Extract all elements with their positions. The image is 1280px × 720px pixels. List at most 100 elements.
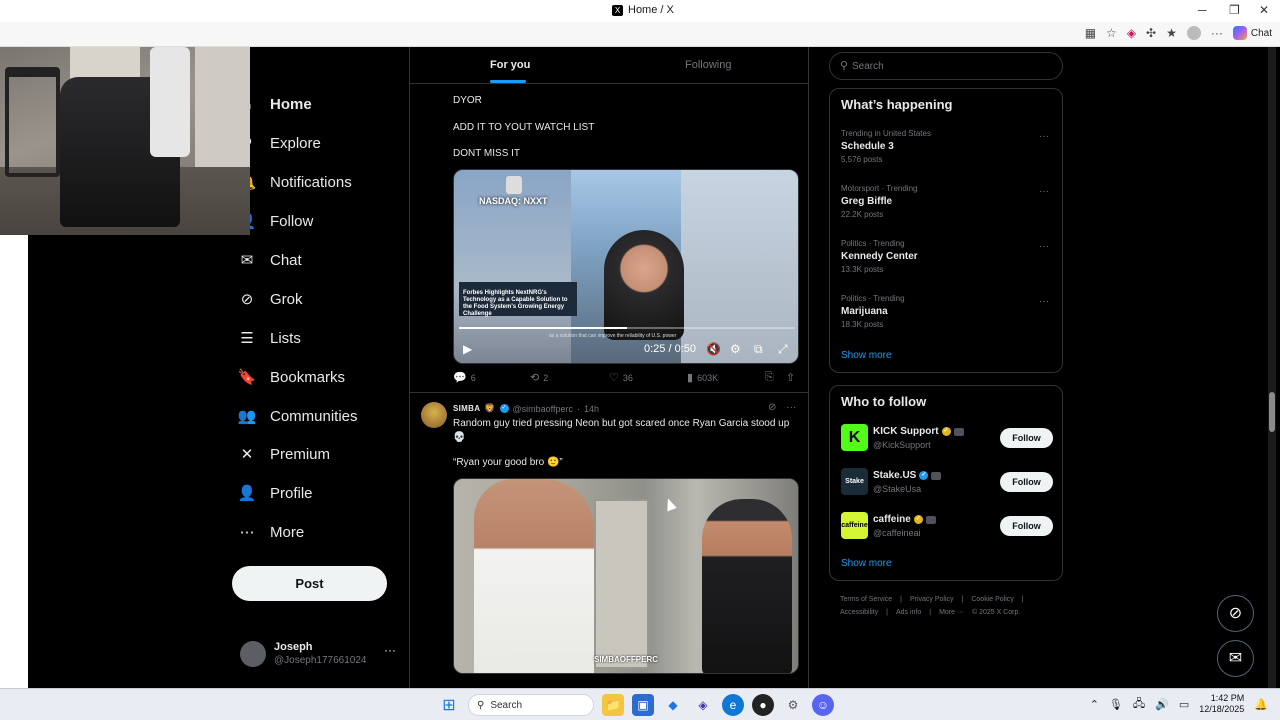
- close-icon[interactable]: ✕: [1259, 3, 1269, 17]
- microphone-icon[interactable]: 🎙: [1109, 698, 1123, 711]
- views-button[interactable]: ▮ 603K: [687, 371, 718, 384]
- footer-link[interactable]: More ···: [939, 609, 964, 616]
- settings-icon[interactable]: ⚙: [730, 342, 741, 356]
- more-icon[interactable]: ···: [786, 402, 796, 413]
- nav-item-chat[interactable]: ✉ Chat: [238, 251, 302, 270]
- profile-avatar[interactable]: [1186, 26, 1201, 40]
- file-explorer-icon[interactable]: 📁: [602, 694, 624, 716]
- settings-icon[interactable]: ⚙: [782, 694, 804, 716]
- tweet-age[interactable]: 14h: [584, 404, 599, 414]
- battery-icon[interactable]: ▭: [1179, 698, 1189, 711]
- chevron-up-icon[interactable]: ⌃: [1090, 698, 1099, 711]
- avatar[interactable]: caffeine: [841, 512, 868, 539]
- mute-icon[interactable]: 🔇: [706, 342, 721, 356]
- post-button[interactable]: Post: [232, 566, 387, 601]
- author-handle[interactable]: @simbaoffperc: [513, 404, 574, 414]
- follow-button[interactable]: Follow: [1000, 472, 1053, 492]
- page-scrollbar[interactable]: [1268, 47, 1276, 688]
- more-icon[interactable]: ···: [384, 643, 396, 657]
- video-progress[interactable]: [459, 327, 795, 329]
- play-icon[interactable]: ▶: [463, 342, 472, 356]
- more-icon[interactable]: ···: [1039, 186, 1049, 197]
- search-input[interactable]: ⚲ Search: [829, 52, 1063, 80]
- like-button[interactable]: ♡ 36: [609, 371, 633, 384]
- reply-button[interactable]: 💬 6: [453, 371, 476, 384]
- windows-start-icon[interactable]: ⊞: [438, 694, 460, 716]
- nav-item-notifications[interactable]: 🔔Notifications: [238, 173, 352, 192]
- follow-suggestion[interactable]: K KICK Support ✓ @KickSupport Follow: [841, 424, 1055, 454]
- trend-item[interactable]: Trending in United States Schedule 3 5,576…: [841, 129, 1055, 164]
- notification-icon[interactable]: 🔔: [1254, 698, 1268, 711]
- tweet-text: Random guy tried pressing Neon but got s…: [453, 418, 790, 443]
- nav-item-profile[interactable]: 👤 Profile: [238, 484, 313, 503]
- author-name[interactable]: SIMBA: [453, 404, 480, 413]
- extension-shield-icon[interactable]: ◈: [1127, 26, 1136, 40]
- restore-icon[interactable]: ❐: [1229, 3, 1240, 17]
- avatar[interactable]: [421, 402, 447, 428]
- follow-button[interactable]: Follow: [1000, 516, 1053, 536]
- follow-suggestion[interactable]: caffeine caffeine ✓ @caffeineai Follow: [841, 512, 1055, 542]
- taskbar-search[interactable]: ⚲ Search: [468, 694, 594, 716]
- favorite-star-icon[interactable]: ☆: [1106, 26, 1117, 40]
- clock[interactable]: 1:42 PM 12/18/2025: [1199, 693, 1244, 715]
- discord-icon[interactable]: ☺: [812, 694, 834, 716]
- follow-button[interactable]: Follow: [1000, 428, 1053, 448]
- show-more-link[interactable]: Show more: [841, 558, 892, 569]
- footer-link[interactable]: Accessibility: [840, 609, 878, 616]
- app-icon[interactable]: ●: [752, 694, 774, 716]
- nav-item-lists[interactable]: ☰ Lists: [238, 329, 301, 348]
- vpn-icon[interactable]: ◈: [692, 694, 714, 716]
- tweet-video[interactable]: SIMBAOFFPERC: [453, 478, 799, 674]
- avatar[interactable]: Stake: [841, 468, 868, 495]
- footer-link[interactable]: Privacy Policy: [910, 596, 954, 603]
- account-switcher[interactable]: Joseph @Joseph177661024 ···: [240, 641, 400, 673]
- trend-item[interactable]: Politics · Trending Marijuana 18.3K posts ·…: [841, 294, 1055, 329]
- footer-link[interactable]: Ads info: [896, 609, 921, 616]
- favorites-icon[interactable]: ★: [1166, 26, 1177, 40]
- avatar[interactable]: K: [841, 424, 868, 451]
- follow-suggestion[interactable]: Stake Stake.US ✓ @StakeUsa Follow: [841, 468, 1055, 498]
- network-icon[interactable]: 🖧: [1133, 695, 1145, 714]
- trend-item[interactable]: Politics · Trending Kennedy Center 13.3K p…: [841, 239, 1055, 274]
- browser-menu-icon[interactable]: ···: [1211, 26, 1223, 40]
- nav-item-label: More: [270, 523, 305, 541]
- footer-link[interactable]: Cookie Policy: [971, 596, 1013, 603]
- messages-fab-icon[interactable]: ✉: [1217, 640, 1254, 677]
- share-button[interactable]: ⇧: [786, 371, 795, 384]
- grok-icon[interactable]: ⊘: [768, 402, 776, 413]
- app-icon[interactable]: ◆: [662, 694, 684, 716]
- nav-item-communities[interactable]: 👥 Communities: [238, 407, 358, 426]
- fullscreen-icon[interactable]: ⤢: [778, 342, 788, 357]
- bookmark-icon: ⎘: [765, 371, 774, 383]
- extensions-icon[interactable]: ✣: [1146, 26, 1156, 40]
- nav-item-bookmarks[interactable]: 🔖 Bookmarks: [238, 368, 345, 387]
- more-icon[interactable]: ···: [1039, 296, 1049, 307]
- apps-icon[interactable]: ▦: [1085, 26, 1096, 40]
- tab-for-you[interactable]: For you: [490, 59, 530, 71]
- scrollbar-thumb[interactable]: [1269, 392, 1275, 432]
- grok-fab-icon[interactable]: ⊘: [1217, 595, 1254, 632]
- nav-item-premium[interactable]: ✕ Premium: [238, 445, 330, 464]
- more-icon[interactable]: ···: [1039, 131, 1049, 142]
- timeline-tabs: For you Following: [410, 47, 808, 84]
- nav-item-more[interactable]: ⋯ More: [238, 523, 305, 542]
- view-count: 603K: [697, 372, 719, 383]
- show-more-link[interactable]: Show more: [841, 350, 892, 361]
- copilot-chat-button[interactable]: Chat: [1232, 26, 1272, 40]
- store-icon[interactable]: ▣: [632, 694, 654, 716]
- nav-item-grok[interactable]: ⊘ Grok: [238, 290, 303, 309]
- nav-item-explore[interactable]: ⚲Explore: [238, 134, 321, 153]
- edge-icon[interactable]: e: [722, 694, 744, 716]
- tweet-video[interactable]: NASDAQ: NXXT Forbes Highlights NextNRG's…: [453, 169, 799, 364]
- volume-icon[interactable]: 🔊: [1155, 698, 1169, 711]
- trend-item[interactable]: Motorsport · Trending Greg Biffle 22.2K po…: [841, 184, 1055, 219]
- footer-link[interactable]: © 2025 X Corp.: [972, 609, 1020, 616]
- minimize-icon[interactable]: ─: [1198, 3, 1207, 17]
- pip-icon[interactable]: ⧉: [754, 342, 763, 357]
- tab-following[interactable]: Following: [685, 59, 731, 71]
- repost-button[interactable]: ⟲ 2: [530, 371, 548, 384]
- bookmark-button[interactable]: ⎘: [765, 371, 774, 384]
- more-icon[interactable]: ···: [1039, 241, 1049, 252]
- taskbar-search-label: Search: [490, 699, 523, 711]
- footer-link[interactable]: Terms of Service: [840, 596, 892, 603]
